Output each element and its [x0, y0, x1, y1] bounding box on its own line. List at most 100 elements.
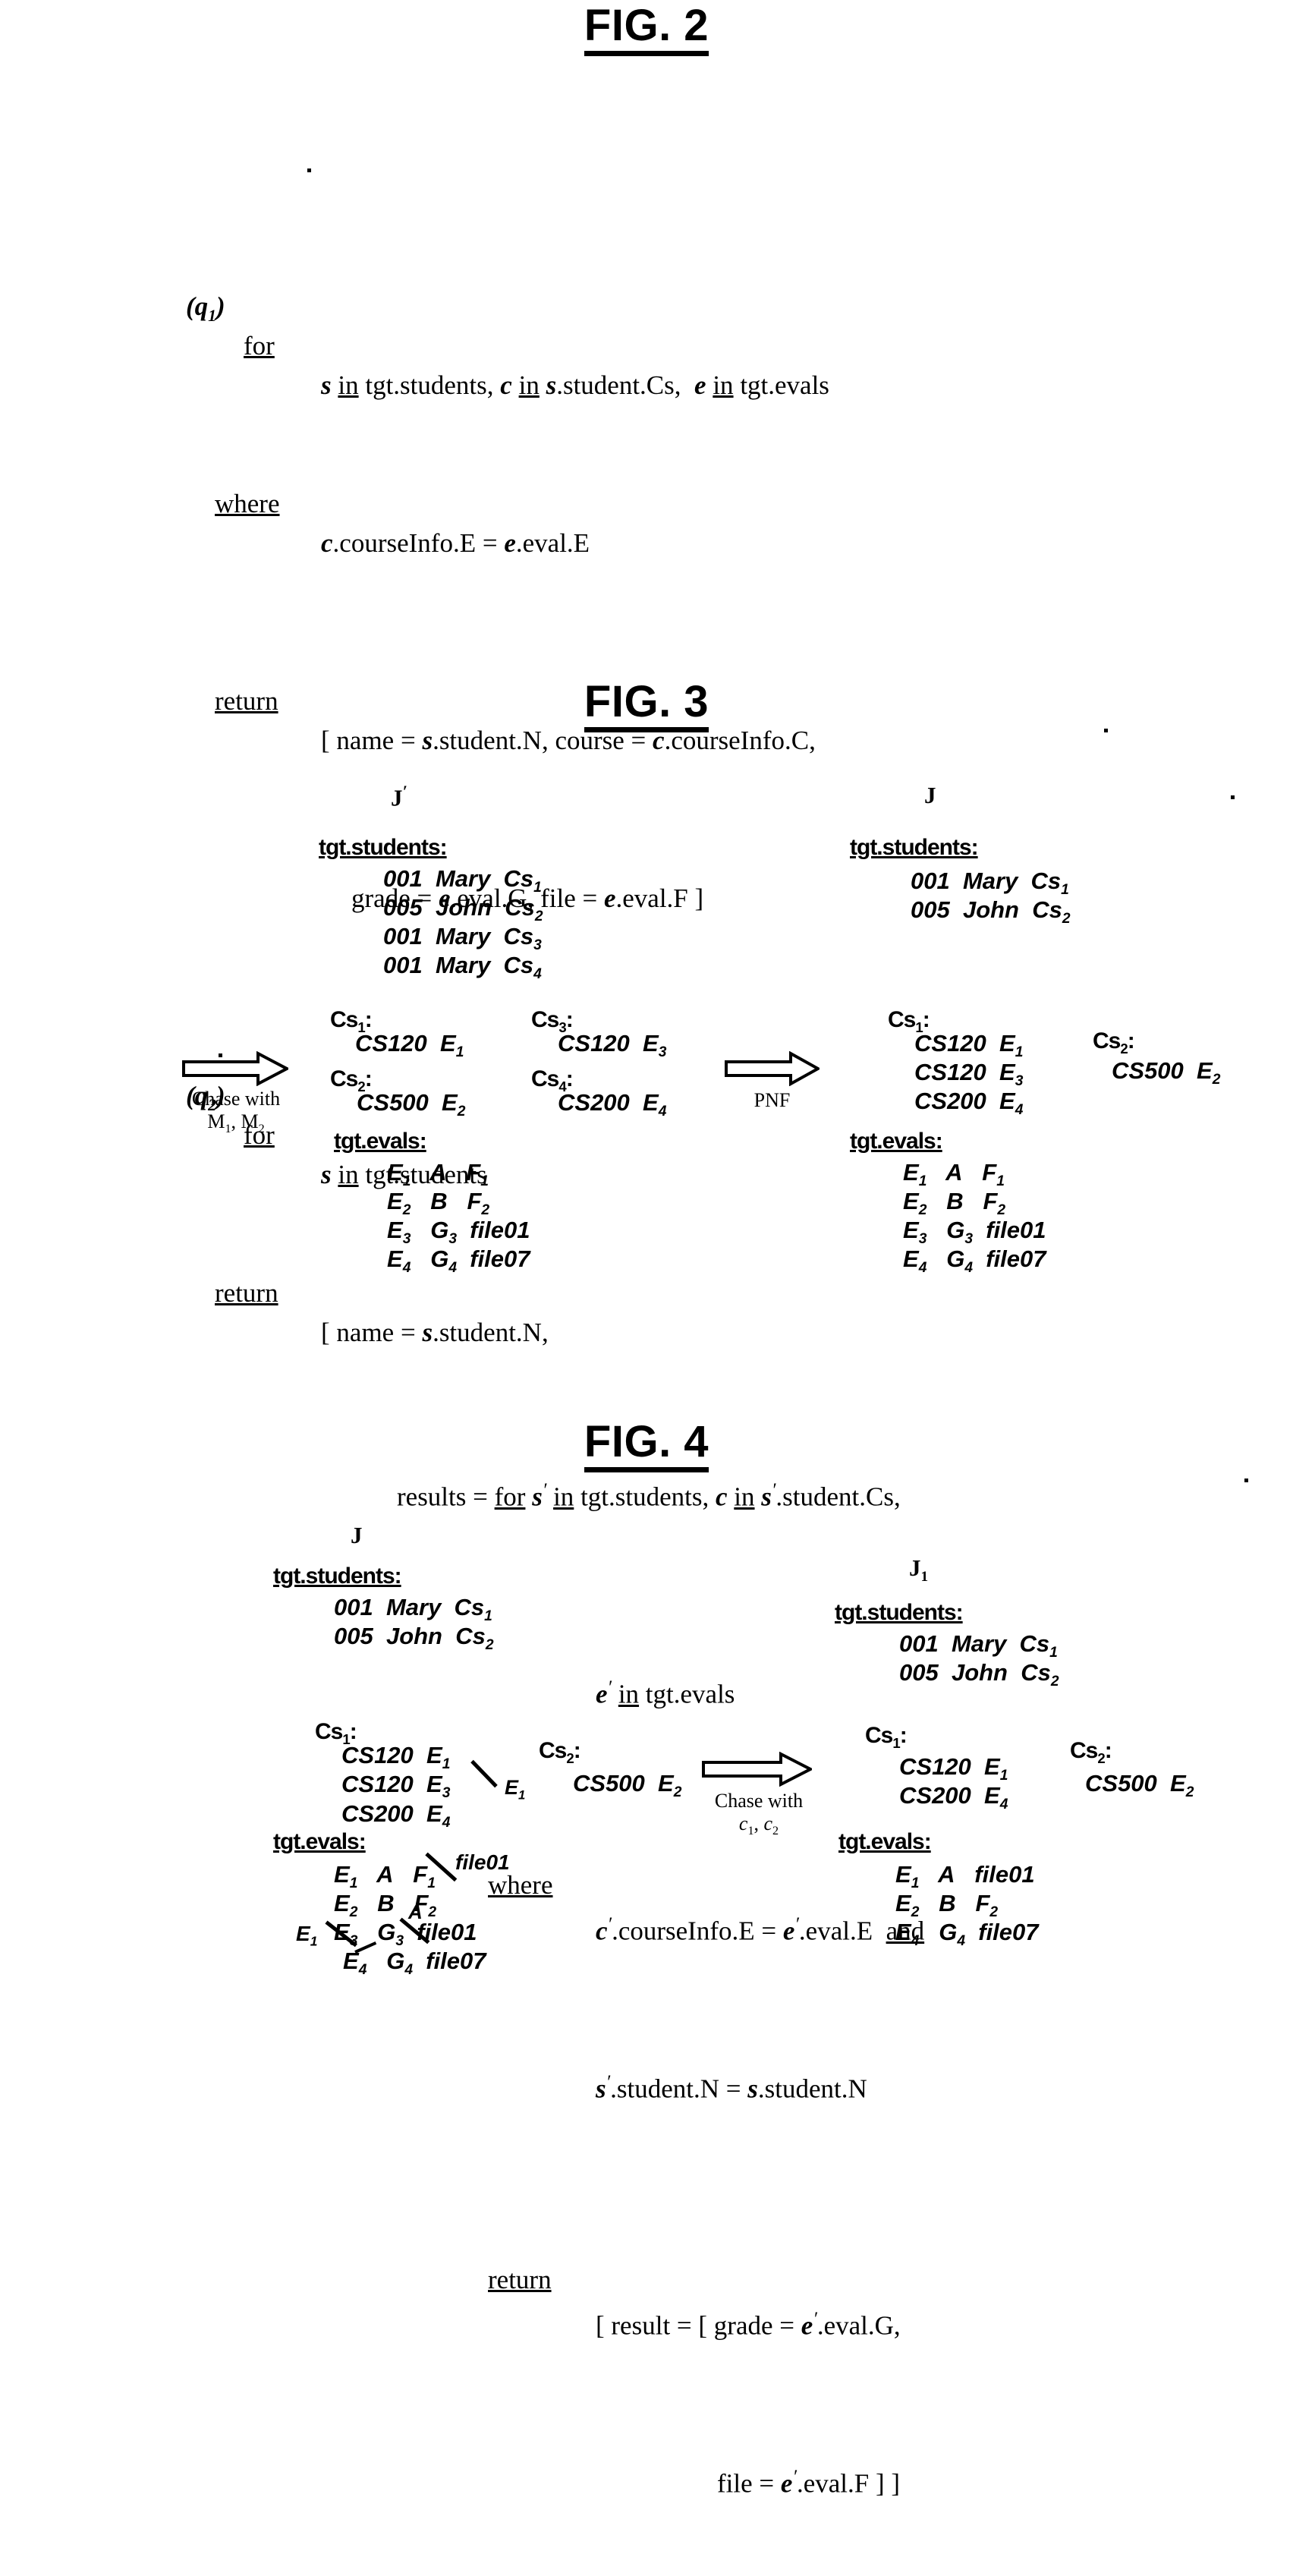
- block-arrow-icon: [182, 1051, 288, 1086]
- annotation-replacement: E1: [505, 1776, 526, 1803]
- table-row: CS200 E4: [914, 1088, 1024, 1119]
- code-text: file = e′.eval.F ] ]: [717, 2467, 901, 2499]
- query-label-q1: (q1): [186, 291, 225, 325]
- fig4-left-students-header: tgt.students:: [273, 1564, 402, 1589]
- caption-line-1: PNF: [753, 1089, 791, 1111]
- annotation-prefix: E1: [296, 1922, 318, 1949]
- table-row: E4 G4 file07: [343, 1948, 486, 1979]
- table-row: E4 G4 file07: [895, 1919, 1039, 1950]
- table-row: E4 G4 file07: [903, 1245, 1046, 1277]
- table-row: E3 G3 file01: [387, 1217, 530, 1248]
- table-row: E1 A F1: [903, 1159, 1005, 1190]
- caption-line-1: Chase with: [191, 1088, 281, 1110]
- scan-artifact-dot: [307, 168, 311, 172]
- fig2-title: FIG. 2: [584, 2, 709, 56]
- block-arrow-icon: [725, 1051, 820, 1086]
- table-row: E2 B F2: [895, 1890, 999, 1921]
- fig4-right-students-header: tgt.students:: [835, 1600, 964, 1625]
- table-row-struck: E1 A F1: [334, 1861, 436, 1892]
- fig4-right-cs2-label: Cs2:: [1070, 1738, 1112, 1766]
- code-line-q1-for: (q1) for s in tgt.students, c in s.stude…: [186, 247, 1096, 400]
- fig3-right-instance-label: J: [924, 782, 936, 808]
- table-row: 001 Mary Cs4: [383, 952, 542, 983]
- table-row: E1 A F1: [387, 1159, 489, 1190]
- code-line-q2-inner-return-cont: file = e′.eval.F ] ]: [186, 2418, 1096, 2499]
- code-line-q2-where-cont: s′.student.N = s.student.N: [186, 2023, 1096, 2104]
- caption-line-2: M1, M2: [207, 1110, 265, 1136]
- fig4-chase-arrow-caption: Chase with c1, c2: [702, 1790, 816, 1843]
- table-row: 005 John Cs2: [334, 1623, 494, 1654]
- table-row: CS120 E3: [914, 1059, 1024, 1090]
- code-text: [ name = s.student.N,: [321, 1318, 549, 1347]
- table-row: 005 John Cs2: [911, 896, 1071, 927]
- fig4-left-evals-header: tgt.evals:: [273, 1829, 367, 1854]
- table-row: 005 John Cs2: [383, 894, 543, 925]
- table-row: CS500 E2: [357, 1089, 466, 1120]
- fig2-title-wrap: FIG. 2: [0, 2, 1293, 56]
- keyword-where: where: [215, 489, 280, 518]
- table-row: E2 B F2: [387, 1188, 490, 1219]
- fig4-title: FIG. 4: [584, 1419, 709, 1472]
- table-row: E3 G3 file01: [903, 1217, 1046, 1248]
- fig3-left-students-header: tgt.students:: [319, 835, 448, 860]
- scan-artifact-dot: [1244, 1479, 1248, 1482]
- code-text: c.courseInfo.E = e.eval.E: [321, 528, 590, 558]
- table-row: E2 B F2: [903, 1188, 1006, 1219]
- code-text: s in tgt.students, c in s.student.Cs, e …: [321, 370, 829, 400]
- code-text: s′.student.N = s.student.N: [596, 2072, 867, 2104]
- scan-artifact-dot: [219, 1053, 222, 1057]
- fig3-chase-arrow-group: Chase with M1, M2: [182, 1051, 293, 1141]
- table-row: E4 G4 file07: [387, 1245, 530, 1277]
- table-row: 001 Mary Cs3: [383, 923, 542, 954]
- table-row: 001 Mary Cs1: [911, 868, 1069, 899]
- code-text: c′.courseInfo.E = e′.eval.E and: [596, 1914, 925, 1946]
- fig3-left-instance-label: J′: [391, 782, 407, 811]
- fig3-pnf-arrow-caption: PNF: [725, 1089, 820, 1112]
- fig3-left-evals-header: tgt.evals:: [334, 1129, 427, 1154]
- table-row: CS500 E2: [573, 1770, 682, 1801]
- fig4-right-evals-header: tgt.evals:: [838, 1829, 932, 1854]
- table-row: CS200 E4: [341, 1800, 451, 1831]
- fig3-title-wrap: FIG. 3: [0, 679, 1293, 732]
- fig3-right-cs2-label: Cs2:: [1093, 1028, 1135, 1057]
- code-line-q1-where: where c.courseInfo.E = e.eval.E: [186, 445, 1096, 558]
- code-text: results = for s′ in tgt.students, c in s…: [397, 1480, 901, 1512]
- fig4-left-instance-label: J: [351, 1522, 363, 1548]
- table-row: CS500 E2: [1112, 1057, 1221, 1088]
- block-arrow-icon: [702, 1752, 812, 1787]
- keyword-return: return: [215, 1278, 278, 1308]
- table-row: CS120 E1: [355, 1030, 464, 1061]
- figure-3: FIG. 3 J′ J tgt.students: 001 Mary Cs1 0…: [0, 679, 1293, 1276]
- table-row: 001 Mary Cs1: [383, 865, 542, 896]
- table-row-struck: CS120 E3: [341, 1771, 451, 1802]
- figure-4: FIG. 4 J J1 tgt.students: 001 Mary Cs1 0…: [0, 1419, 1293, 1978]
- fig4-right-instance-label: J1: [909, 1554, 929, 1586]
- table-row: CS200 E4: [899, 1782, 1008, 1813]
- table-row: CS120 E1: [341, 1742, 451, 1773]
- fig2-code-listing: (q1) for s in tgt.students, c in s.stude…: [186, 90, 1096, 2576]
- keyword-return: return: [488, 2265, 552, 2294]
- fig4-left-cs2-label: Cs2:: [539, 1738, 581, 1766]
- code-text: [ result = [ grade = e′.eval.G,: [596, 2309, 901, 2341]
- fig3-right-evals-header: tgt.evals:: [850, 1129, 943, 1154]
- code-text: e′ in tgt.evals: [596, 1677, 735, 1709]
- fig3-right-students-header: tgt.students:: [850, 835, 979, 860]
- fig3-pnf-arrow-group: PNF: [725, 1051, 820, 1112]
- table-row: CS500 E2: [1085, 1770, 1194, 1801]
- fig4-right-cs1-label: Cs1:: [865, 1723, 908, 1751]
- table-row: CS120 E3: [558, 1030, 667, 1061]
- scan-artifact-dot: [1104, 729, 1108, 732]
- code-line-q1-return: return [ name = s.student.N, course = c.…: [186, 642, 1096, 755]
- caption-line-1: Chase with: [714, 1790, 804, 1812]
- table-row: 005 John Cs2: [899, 1659, 1059, 1690]
- table-row: CS200 E4: [558, 1089, 667, 1120]
- table-row: CS120 E1: [899, 1753, 1008, 1784]
- fig4-chase-arrow-group: Chase with c1, c2: [702, 1752, 816, 1843]
- figure-2: FIG. 2 (q1) for s in tgt.students, c in …: [0, 0, 1293, 2499]
- scan-artifact-dot: [1231, 795, 1235, 799]
- fig3-title: FIG. 3: [584, 679, 709, 732]
- fig3-chase-arrow-caption: Chase with M1, M2: [179, 1088, 293, 1141]
- annotation-replacement: file01: [455, 1850, 510, 1874]
- table-row: 001 Mary Cs1: [899, 1630, 1058, 1661]
- code-line-q2-inner-return: return [ result = [ grade = e′.eval.G,: [186, 2221, 1096, 2341]
